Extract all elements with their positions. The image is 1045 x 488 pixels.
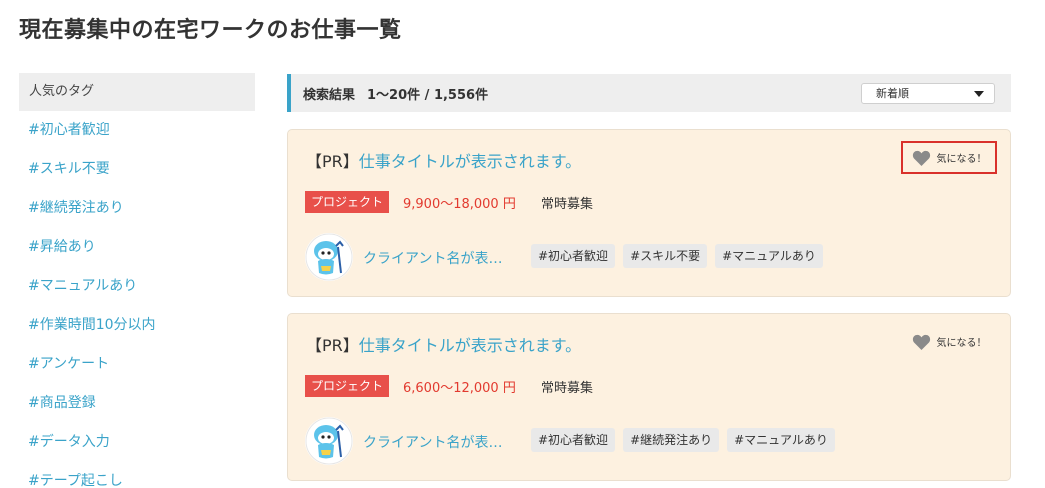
popular-tag-list: #初心者歓迎 #スキル不要 #継続発注あり #昇給あり #マニュアルあり #作業…: [19, 111, 255, 488]
sort-select[interactable]: 新着順: [861, 83, 995, 104]
sidebar: 人気のタグ #初心者歓迎 #スキル不要 #継続発注あり #昇給あり #マニュアル…: [19, 73, 255, 488]
recruit-status: 常時募集: [541, 381, 594, 396]
job-title-link[interactable]: 仕事タイトルが表示されます。: [359, 152, 581, 171]
client-avatar[interactable]: [305, 233, 353, 281]
job-card: 【PR】仕事タイトルが表示されます。 気になる！ プロジェクト 6,600～12…: [287, 313, 1011, 481]
favorite-label: 気になる！: [936, 338, 987, 349]
job-tag[interactable]: #スキル不要: [623, 244, 708, 268]
job-price: 6,600～12,000 円: [403, 381, 516, 396]
mascot-avatar-icon: [305, 233, 353, 281]
caret-down-icon: [974, 91, 984, 97]
job-title-link[interactable]: 仕事タイトルが表示されます。: [359, 336, 581, 355]
sidebar-tag-link[interactable]: #マニュアルあり: [19, 267, 255, 306]
job-tag-list: #初心者歓迎 #スキル不要 #マニュアルあり: [531, 244, 823, 268]
job-type-badge: プロジェクト: [305, 375, 390, 397]
sidebar-tag-link[interactable]: #昇給あり: [19, 228, 255, 267]
sidebar-tag-link[interactable]: #商品登録: [19, 384, 255, 423]
pr-label: 【PR】: [306, 336, 359, 355]
client-name-link[interactable]: クライアント名が表…: [363, 248, 502, 268]
job-type-badge: プロジェクト: [305, 191, 390, 213]
job-tag[interactable]: #初心者歓迎: [531, 244, 616, 268]
favorite-button[interactable]: 気になる！: [901, 141, 997, 174]
result-summary-bar: 検索結果 1～20件 / 1,556件 新着順: [287, 74, 1011, 112]
job-tag[interactable]: #マニュアルあり: [715, 244, 823, 268]
mascot-avatar-icon: [305, 417, 353, 465]
heart-icon: [912, 150, 930, 166]
sidebar-tag-link[interactable]: #データ入力: [19, 423, 255, 462]
recruit-status: 常時募集: [541, 197, 594, 212]
favorite-button[interactable]: 気になる！: [901, 325, 997, 358]
client-name-link[interactable]: クライアント名が表…: [363, 432, 502, 452]
job-title: 【PR】仕事タイトルが表示されます。: [306, 332, 581, 356]
sidebar-heading: 人気のタグ: [19, 73, 255, 111]
job-card: 【PR】仕事タイトルが表示されます。 気になる！ プロジェクト 9,900～18…: [287, 129, 1011, 297]
heart-icon: [912, 334, 930, 350]
sidebar-tag-link[interactable]: #スキル不要: [19, 150, 255, 189]
job-results: 検索結果 1～20件 / 1,556件 新着順 【PR】仕事タイトルが表示されま…: [287, 74, 1011, 481]
job-price: 9,900～18,000 円: [403, 197, 516, 212]
sidebar-tag-link[interactable]: #初心者歓迎: [19, 111, 255, 150]
job-tag-list: #初心者歓迎 #継続発注あり #マニュアルあり: [531, 428, 835, 452]
client-avatar[interactable]: [305, 417, 353, 465]
sort-selected-value: 新着順: [876, 87, 909, 100]
pr-label: 【PR】: [306, 152, 359, 171]
job-tag[interactable]: #初心者歓迎: [531, 428, 616, 452]
job-title: 【PR】仕事タイトルが表示されます。: [306, 148, 581, 172]
sidebar-tag-link[interactable]: #テープ起こし: [19, 462, 255, 488]
job-tag[interactable]: #マニュアルあり: [727, 428, 835, 452]
job-tag[interactable]: #継続発注あり: [623, 428, 720, 452]
sidebar-tag-link[interactable]: #継続発注あり: [19, 189, 255, 228]
result-label: 検索結果: [303, 87, 356, 103]
result-count: 1～20件 / 1,556件: [367, 87, 489, 103]
favorite-label: 気になる！: [936, 154, 987, 165]
page-title: 現在募集中の在宅ワークのお仕事一覧: [19, 18, 402, 43]
sidebar-tag-link[interactable]: #作業時間10分以内: [19, 306, 255, 345]
sidebar-tag-link[interactable]: #アンケート: [19, 345, 255, 384]
